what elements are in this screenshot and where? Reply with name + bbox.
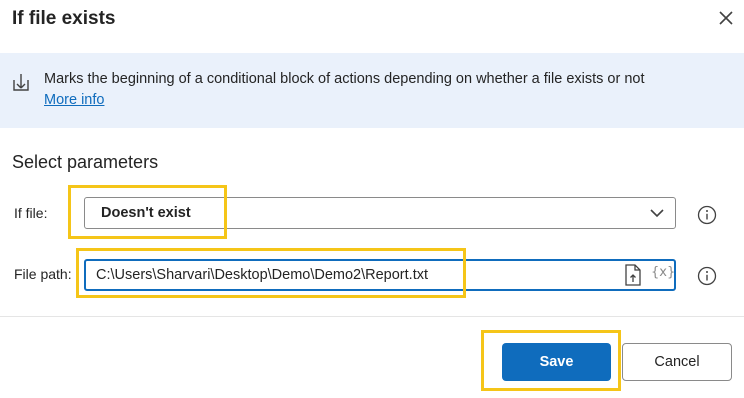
- conditional-branch-icon: [13, 74, 29, 91]
- file-path-input[interactable]: [96, 265, 606, 285]
- info-banner: Marks the beginning of a conditional blo…: [0, 53, 744, 128]
- file-path-info-icon[interactable]: [697, 266, 717, 286]
- close-icon[interactable]: [716, 8, 736, 28]
- chevron-down-icon: [650, 209, 664, 218]
- select-file-icon[interactable]: [624, 264, 642, 286]
- file-path-field[interactable]: {x}: [84, 259, 676, 291]
- if-file-info-icon[interactable]: [697, 205, 717, 225]
- section-title: Select parameters: [12, 152, 159, 172]
- insert-variable-icon[interactable]: {x}: [651, 265, 675, 280]
- save-button[interactable]: Save: [502, 343, 611, 381]
- if-file-dropdown[interactable]: Doesn't exist: [84, 197, 676, 229]
- action-description: Marks the beginning of a conditional blo…: [44, 71, 645, 87]
- if-file-selected-value: Doesn't exist: [101, 205, 191, 221]
- more-info-link[interactable]: More info: [44, 92, 104, 108]
- cancel-button[interactable]: Cancel: [622, 343, 732, 381]
- file-path-label: File path:: [14, 266, 72, 282]
- dialog-title: If file exists: [12, 8, 116, 29]
- if-file-label: If file:: [14, 205, 48, 221]
- footer-divider: [0, 316, 744, 317]
